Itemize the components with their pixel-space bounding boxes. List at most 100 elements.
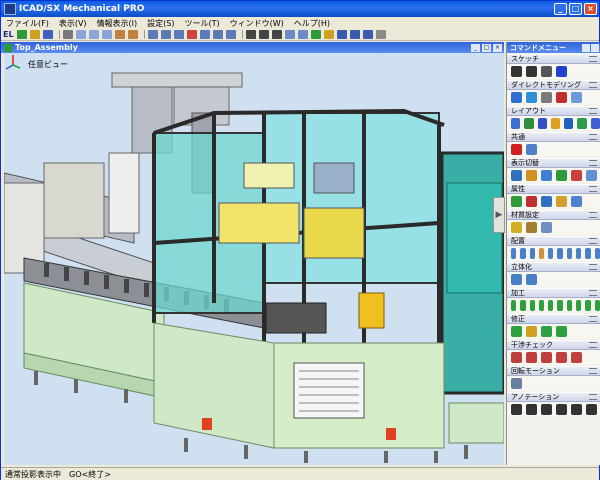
command-icon[interactable]	[571, 196, 582, 207]
redo-icon[interactable]	[127, 30, 138, 39]
command-icon[interactable]	[511, 248, 517, 259]
fit-icon[interactable]	[186, 30, 197, 39]
command-icon[interactable]	[541, 326, 552, 337]
menu-window[interactable]: ウィンドウ(W)	[225, 18, 289, 29]
command-icon[interactable]	[586, 404, 597, 415]
command-icon[interactable]	[511, 326, 522, 337]
command-icon[interactable]	[511, 300, 517, 311]
maximize-button[interactable]: □	[569, 3, 582, 15]
doc-maximize-button[interactable]: □	[482, 43, 491, 52]
document-tab[interactable]: Top_Assembly _ □ ×	[1, 42, 504, 53]
section-header[interactable]: 共通	[507, 132, 600, 142]
command-icon[interactable]	[526, 66, 537, 77]
command-icon[interactable]	[541, 92, 552, 103]
command-icon[interactable]	[520, 300, 526, 311]
command-icon[interactable]	[571, 404, 582, 415]
command-icon[interactable]	[511, 352, 522, 363]
menu-settings[interactable]: 設定(S)	[142, 18, 179, 29]
command-icon[interactable]	[538, 300, 545, 311]
command-icon[interactable]	[511, 222, 522, 233]
rotate-icon[interactable]	[173, 30, 184, 39]
section-header[interactable]: 干渉チェック	[507, 340, 600, 350]
copy-icon[interactable]	[88, 30, 99, 39]
view-top-icon[interactable]	[212, 30, 223, 39]
menu-tools[interactable]: ツール(T)	[180, 18, 225, 29]
command-icon[interactable]	[571, 92, 582, 103]
command-icon[interactable]	[548, 248, 554, 259]
panel-minimize-button[interactable]	[582, 43, 590, 52]
command-icon[interactable]	[585, 248, 591, 259]
arrow-icon[interactable]	[271, 30, 282, 39]
command-icon[interactable]	[529, 300, 535, 311]
measure-icon[interactable]	[245, 30, 256, 39]
command-icon[interactable]	[537, 118, 547, 129]
command-icon[interactable]	[548, 300, 554, 311]
command-icon[interactable]	[556, 404, 567, 415]
command-icon[interactable]	[541, 222, 552, 233]
section-header[interactable]: 表示切替	[507, 158, 600, 168]
section-header[interactable]: 回転モーション	[507, 366, 600, 376]
el-button[interactable]: EL	[3, 30, 14, 39]
panel-collapse-arrow-icon[interactable]: ▶	[493, 197, 505, 233]
doc-close-button[interactable]: ×	[493, 43, 502, 52]
command-icon[interactable]	[541, 196, 552, 207]
view-side-icon[interactable]	[225, 30, 236, 39]
save-icon[interactable]	[42, 30, 53, 39]
command-icon[interactable]	[511, 144, 522, 155]
command-icon[interactable]	[594, 300, 600, 311]
line-icon[interactable]	[258, 30, 269, 39]
doc-minimize-button[interactable]: _	[471, 43, 480, 52]
3d-viewport[interactable]: 任意ビュー	[4, 53, 504, 465]
command-icon[interactable]	[526, 222, 537, 233]
new-icon[interactable]	[16, 30, 27, 39]
command-icon[interactable]	[556, 352, 567, 363]
cut-icon[interactable]	[75, 30, 86, 39]
command-icon[interactable]	[526, 170, 537, 181]
wire-icon[interactable]	[297, 30, 308, 39]
command-icon[interactable]	[556, 196, 567, 207]
section-header[interactable]: 修正	[507, 314, 600, 324]
command-icon[interactable]	[511, 274, 522, 285]
command-icon[interactable]	[576, 300, 582, 311]
section-header[interactable]: ダイレクトモデリング	[507, 80, 600, 90]
section-header[interactable]: 配置	[507, 236, 600, 246]
command-icon[interactable]	[566, 300, 573, 311]
command-icon[interactable]	[511, 170, 522, 181]
command-icon[interactable]	[586, 170, 597, 181]
command-icon[interactable]	[526, 404, 537, 415]
command-icon[interactable]	[526, 144, 537, 155]
command-icon[interactable]	[557, 300, 563, 311]
command-icon[interactable]	[538, 248, 545, 259]
command-icon[interactable]	[526, 92, 537, 103]
command-icon[interactable]	[520, 248, 526, 259]
command-icon[interactable]	[566, 248, 573, 259]
section-header[interactable]: 立体化	[507, 262, 600, 272]
open-icon[interactable]	[29, 30, 40, 39]
view-front-icon[interactable]	[199, 30, 210, 39]
panel-close-button[interactable]	[591, 43, 599, 52]
command-icon[interactable]	[541, 352, 552, 363]
pan-icon[interactable]	[160, 30, 171, 39]
command-icon[interactable]	[524, 118, 534, 129]
command-icon[interactable]	[541, 170, 552, 181]
command-icon[interactable]	[541, 66, 552, 77]
close-button[interactable]: ×	[584, 3, 597, 15]
section-header[interactable]: レイアウト	[507, 106, 600, 116]
command-icon[interactable]	[577, 118, 587, 129]
print-icon[interactable]	[62, 30, 73, 39]
cube-icon[interactable]	[349, 30, 360, 39]
command-icon[interactable]	[550, 118, 561, 129]
menu-info[interactable]: 情報表示(I)	[92, 18, 143, 29]
command-icon[interactable]	[556, 92, 567, 103]
menu-help[interactable]: ヘルプ(H)	[289, 18, 335, 29]
command-icon[interactable]	[526, 326, 537, 337]
command-icon[interactable]	[571, 352, 582, 363]
section-header[interactable]: 材質設定	[507, 210, 600, 220]
command-icon[interactable]	[526, 196, 537, 207]
command-icon[interactable]	[511, 196, 522, 207]
section-header[interactable]: スケッチ	[507, 54, 600, 64]
command-icon[interactable]	[511, 404, 522, 415]
command-icon[interactable]	[526, 352, 537, 363]
command-icon[interactable]	[526, 274, 537, 285]
stack-icon[interactable]	[362, 30, 373, 39]
